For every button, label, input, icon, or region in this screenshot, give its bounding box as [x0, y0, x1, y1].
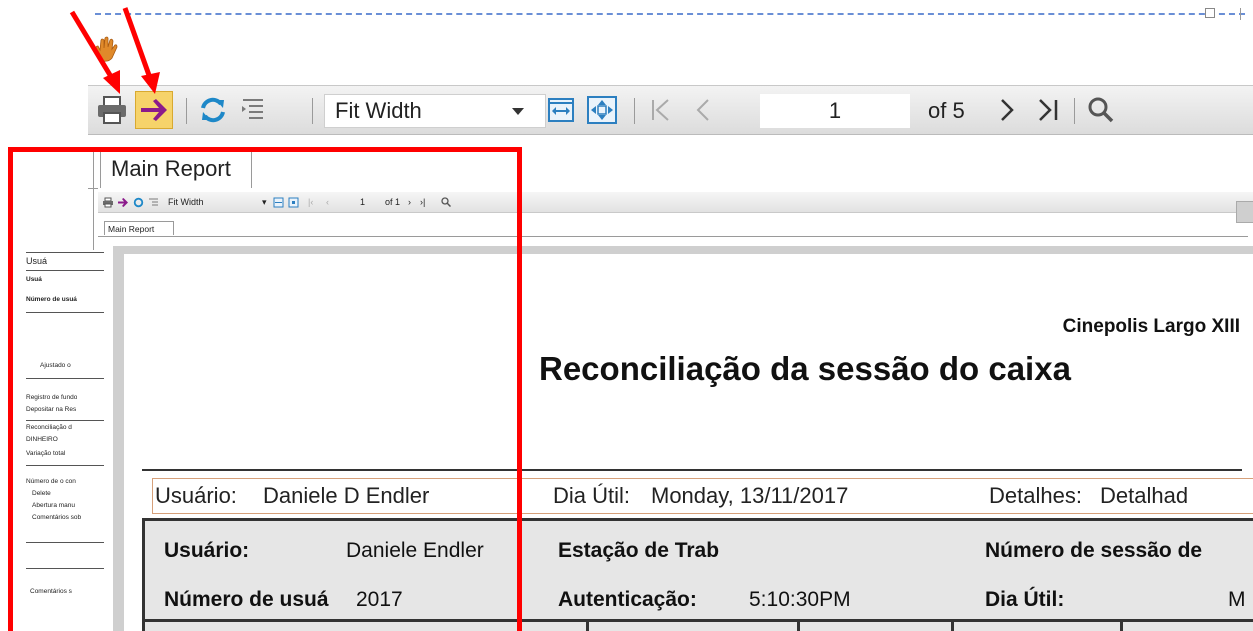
cinema-name: Cinepolis Largo XIII [1062, 316, 1240, 337]
nested-scrollbar-thumb[interactable] [1236, 201, 1253, 223]
detail-session-label: Número de sessão de [985, 539, 1203, 562]
zoom-value: Fit Width [335, 98, 422, 123]
print-icon [98, 96, 126, 124]
export-button[interactable] [134, 86, 174, 134]
previous-page-button[interactable] [688, 86, 718, 134]
table-divider [1120, 619, 1123, 631]
refresh-icon [201, 97, 225, 123]
report-viewer-toolbar: Fit Width 1 of 5 [88, 85, 1253, 135]
export-arrow-icon [141, 99, 167, 121]
print-button[interactable] [94, 86, 130, 134]
hand-tool-icon[interactable] [92, 34, 122, 64]
table-divider [797, 619, 800, 631]
chevron-down-icon[interactable] [508, 102, 528, 120]
previous-page-icon [696, 99, 709, 121]
table-divider [586, 619, 589, 631]
first-page-icon [652, 99, 669, 121]
highlight-rectangle-annotation [8, 147, 522, 631]
search-button[interactable] [1084, 86, 1118, 134]
page-number-value: 1 [828, 98, 842, 123]
toggle-group-tree-button[interactable] [236, 86, 270, 134]
info-day-label: Dia Útil: [553, 483, 631, 508]
first-page-button[interactable] [644, 86, 676, 134]
table-divider [951, 619, 954, 631]
designer-selection-border [95, 13, 1245, 15]
detail-auth-label: Autenticação: [558, 588, 697, 611]
page-width-button[interactable] [544, 86, 578, 134]
detail-day-label: Dia Útil: [985, 588, 1065, 611]
info-day-value: Monday, 13/11/2017 [651, 483, 849, 508]
window-edge [1240, 8, 1253, 20]
refresh-button[interactable] [196, 86, 230, 134]
detail-station-label: Estação de Trab [558, 539, 720, 562]
info-details-label: Detalhes: [989, 483, 1082, 508]
whole-page-button[interactable] [584, 86, 620, 134]
next-page-icon [1001, 99, 1014, 121]
detail-auth-value: 5:10:30PM [749, 588, 851, 611]
whole-page-icon [587, 96, 617, 124]
last-page-icon [1039, 99, 1058, 121]
info-details-value: Detalhad [1100, 483, 1189, 508]
report-title: Reconciliação da sessão do caixa [539, 350, 1071, 387]
resize-handle[interactable] [1205, 8, 1215, 18]
search-icon [1088, 97, 1114, 123]
page-count-label: of 5 [928, 98, 965, 123]
next-page-button[interactable] [992, 86, 1022, 134]
toggle-tree-icon [242, 99, 263, 119]
detail-day-value: M [1228, 588, 1246, 611]
page-number-input[interactable]: 1 [760, 94, 910, 128]
page-width-icon [548, 98, 574, 122]
last-page-button[interactable] [1032, 86, 1066, 134]
red-arrow-export-annotation [122, 7, 160, 94]
